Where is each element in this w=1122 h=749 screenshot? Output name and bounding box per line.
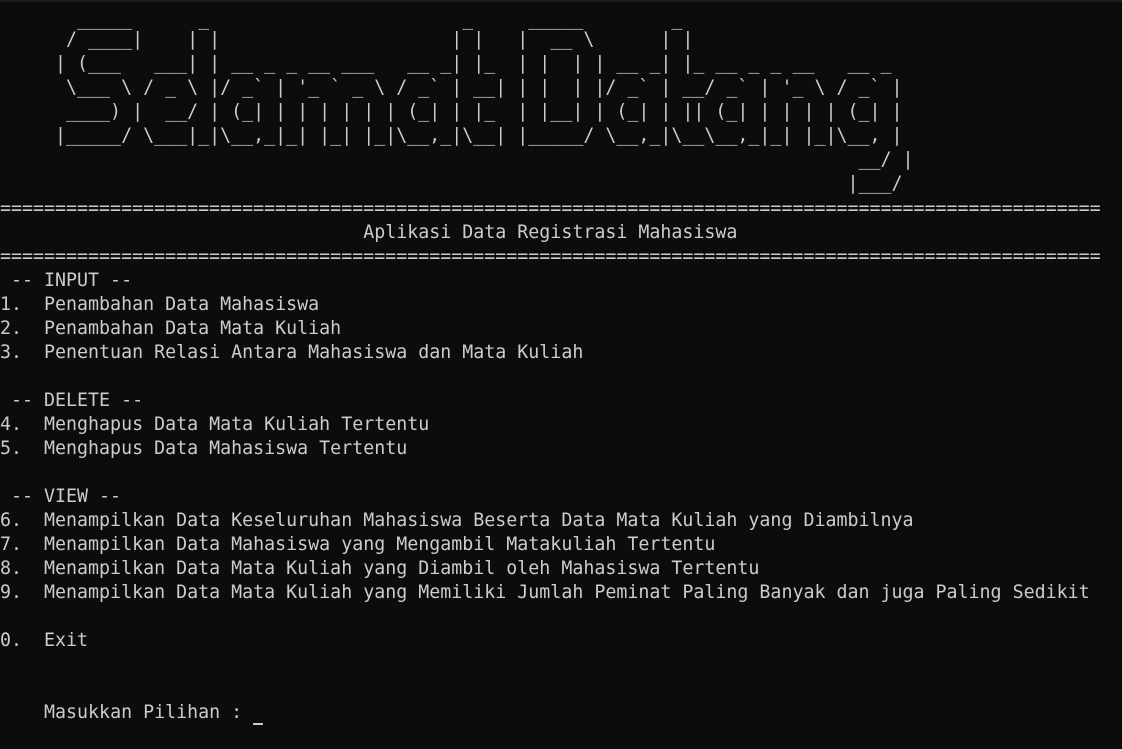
- separator-bottom: ========================================…: [0, 246, 1101, 267]
- menu-item-2: 2. Penambahan Data Mata Kuliah: [0, 318, 342, 339]
- text-cursor: [253, 723, 264, 725]
- menu-item-9: 9. Menampilkan Data Mata Kuliah yang Mem…: [0, 582, 1090, 603]
- menu-item-0: 0. Exit: [0, 630, 89, 651]
- section-delete-heading: -- DELETE --: [0, 390, 144, 411]
- menu-item-8: 8. Menampilkan Data Mata Kuliah yang Dia…: [0, 558, 760, 579]
- ascii-banner-line: __/ |: [0, 149, 914, 170]
- ascii-banner-line: \___ \ / _ \ |/ _` | '_ ` _ \ / _` | __|…: [0, 77, 903, 98]
- menu-item-4: 4. Menghapus Data Mata Kuliah Tertentu: [0, 414, 430, 435]
- ascii-banner-line: |_____/ \___|_|\__,_|_| |_| |_|\__,_|\__…: [0, 125, 903, 146]
- menu-item-6: 6. Menampilkan Data Keseluruhan Mahasisw…: [0, 510, 914, 531]
- section-view-heading: -- VIEW --: [0, 486, 122, 507]
- ascii-banner-line: / ____| | | | | | __ \ | |: [0, 29, 694, 50]
- console-window: _____ _ _ _____ _ / ____| | | | | | __ \…: [0, 0, 1122, 725]
- menu-item-3: 3. Penentuan Relasi Antara Mahasiswa dan…: [0, 342, 584, 363]
- input-prompt: Masukkan Pilihan :: [44, 702, 254, 723]
- menu-item-5: 5. Menghapus Data Mahasiswa Tertentu: [0, 438, 408, 459]
- menu-item-1: 1. Penambahan Data Mahasiswa: [0, 294, 320, 315]
- ascii-banner-line: ____) | __/ | (_| | | | | | | (_| | |_ |…: [0, 101, 903, 122]
- ascii-banner-line: | (___ ___| | __ _ _ __ ___ __ _| |_ | |…: [0, 53, 892, 74]
- ascii-banner-line: |___/: [0, 173, 903, 194]
- menu-item-7: 7. Menampilkan Data Mahasiswa yang Menga…: [0, 534, 716, 555]
- app-title: Aplikasi Data Registrasi Mahasiswa: [0, 222, 738, 243]
- input-prompt-line[interactable]: Masukkan Pilihan :: [0, 677, 264, 725]
- separator-top: ========================================…: [0, 198, 1101, 219]
- section-input-heading: -- INPUT --: [0, 270, 133, 291]
